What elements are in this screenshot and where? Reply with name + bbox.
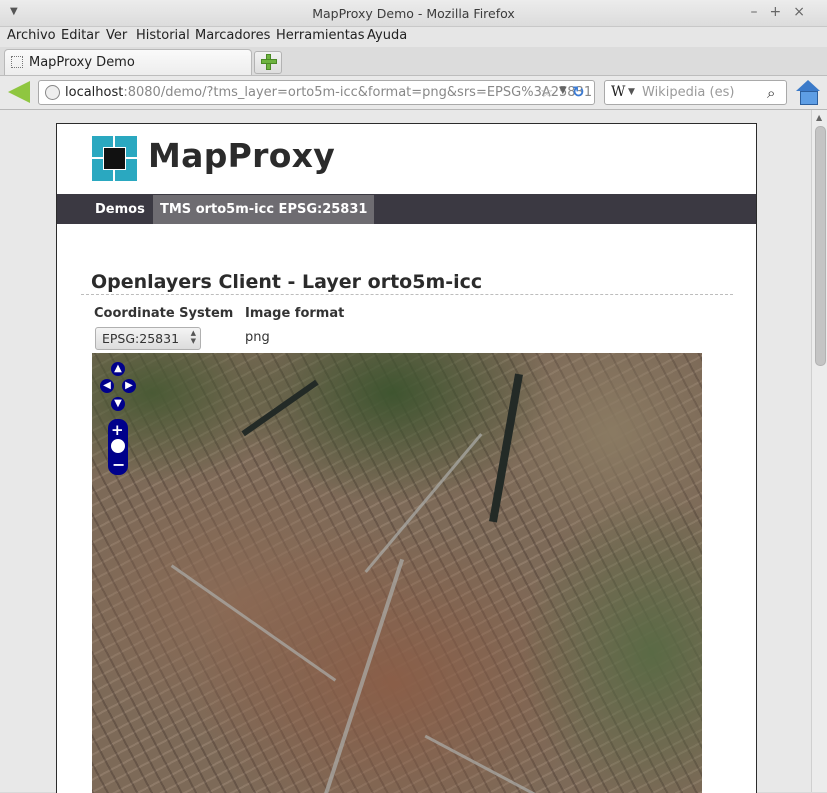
url-bar[interactable]: localhost:8080/demo/?tms_layer=orto5m-ic… <box>38 80 595 105</box>
pan-control: ▲ ◀ ▶ ▼ <box>100 361 136 417</box>
window-controls: –+× <box>751 4 817 20</box>
menu-archivo[interactable]: Archivo <box>7 28 56 43</box>
scrollbar-thumb[interactable] <box>815 126 826 366</box>
bookmark-star-icon[interactable]: ☆ <box>540 83 553 101</box>
map-viewport[interactable]: ▲ ◀ ▶ ▼ + − <box>92 353 702 793</box>
close-icon[interactable]: × <box>793 4 817 20</box>
map-road <box>424 734 603 793</box>
nav-demos-link[interactable]: Demos <box>95 202 145 217</box>
image-format-value: png <box>245 330 270 345</box>
coordinate-system-select[interactable]: EPSG:25831 ▲ ▼ <box>95 327 201 350</box>
search-input[interactable]: Wikipedia (es) <box>642 85 734 100</box>
pan-up-icon[interactable]: ▲ <box>111 362 125 376</box>
new-tab-button[interactable] <box>254 51 282 74</box>
vertical-scrollbar[interactable]: ▲ <box>811 110 827 792</box>
window-titlebar: ▼ MapProxy Demo - Mozilla Firefox –+× <box>0 0 827 27</box>
mapproxy-logo-icon <box>92 136 137 181</box>
menu-ayuda[interactable]: Ayuda <box>367 28 407 43</box>
globe-icon <box>45 85 60 100</box>
tab-mapproxy-demo[interactable]: MapProxy Demo <box>4 49 252 75</box>
blank-page-icon <box>11 56 23 68</box>
menu-marcadores[interactable]: Marcadores <box>195 28 270 43</box>
coordinate-system-value: EPSG:25831 <box>102 331 180 346</box>
map-river <box>241 379 319 437</box>
tab-bar: MapProxy Demo <box>0 47 827 76</box>
site-nav: Demos TMS orto5m-icc EPSG:25831 <box>57 194 756 224</box>
pan-right-icon[interactable]: ▶ <box>122 379 136 393</box>
logo-square <box>103 147 126 170</box>
tab-label: MapProxy Demo <box>29 55 135 70</box>
page-heading: Openlayers Client - Layer orto5m-icc <box>91 271 483 293</box>
image-format-header: Image format <box>245 306 345 321</box>
history-dropdown-icon[interactable]: ▼ <box>559 85 567 96</box>
pan-down-icon[interactable]: ▼ <box>111 397 125 411</box>
menu-editar[interactable]: Editar <box>61 28 100 43</box>
search-bar[interactable]: W ▼ Wikipedia (es) ⌕ <box>604 80 787 105</box>
zoom-out-icon[interactable]: − <box>112 455 125 474</box>
coordinate-system-header: Coordinate System <box>94 306 234 321</box>
url-text: localhost:8080/demo/?tms_layer=orto5m-ic… <box>65 85 593 100</box>
menu-herramientas[interactable]: Herramientas <box>276 28 365 43</box>
magnifier-icon[interactable]: ⌕ <box>767 84 775 102</box>
minimize-icon[interactable]: – <box>751 4 770 20</box>
pan-left-icon[interactable]: ◀ <box>100 379 114 393</box>
select-arrows-icon: ▲ ▼ <box>190 329 196 345</box>
search-engine-dropdown-icon[interactable]: ▼ <box>628 87 635 97</box>
heading-divider <box>81 294 733 295</box>
reload-icon[interactable]: ↻ <box>572 83 585 101</box>
zoom-in-icon[interactable]: + <box>111 421 124 439</box>
map-road <box>364 433 483 573</box>
wikipedia-icon[interactable]: W <box>611 84 625 100</box>
logo-text: MapProxy <box>148 136 336 175</box>
menu-historial[interactable]: Historial <box>136 28 190 43</box>
mapproxy-page: MapProxy Demos TMS orto5m-icc EPSG:25831… <box>56 123 757 793</box>
window-title: MapProxy Demo - Mozilla Firefox <box>312 6 515 21</box>
menubar: Archivo Editar Ver Historial Marcadores … <box>0 27 827 47</box>
map-river <box>489 373 523 523</box>
navigation-toolbar: localhost:8080/demo/?tms_layer=orto5m-ic… <box>0 76 827 110</box>
zoom-control: + − <box>108 419 128 475</box>
nav-active-layer[interactable]: TMS orto5m-icc EPSG:25831 <box>153 195 375 224</box>
home-body <box>800 91 818 105</box>
home-icon[interactable] <box>796 80 820 105</box>
plus-icon <box>261 54 277 70</box>
back-arrow-icon[interactable] <box>8 81 30 103</box>
map-road <box>170 564 337 682</box>
scroll-up-icon[interactable]: ▲ <box>816 113 822 122</box>
zoom-world-icon[interactable] <box>110 438 126 454</box>
home-roof <box>796 80 820 91</box>
maximize-icon[interactable]: + <box>770 4 794 20</box>
menu-ver[interactable]: Ver <box>106 28 127 43</box>
